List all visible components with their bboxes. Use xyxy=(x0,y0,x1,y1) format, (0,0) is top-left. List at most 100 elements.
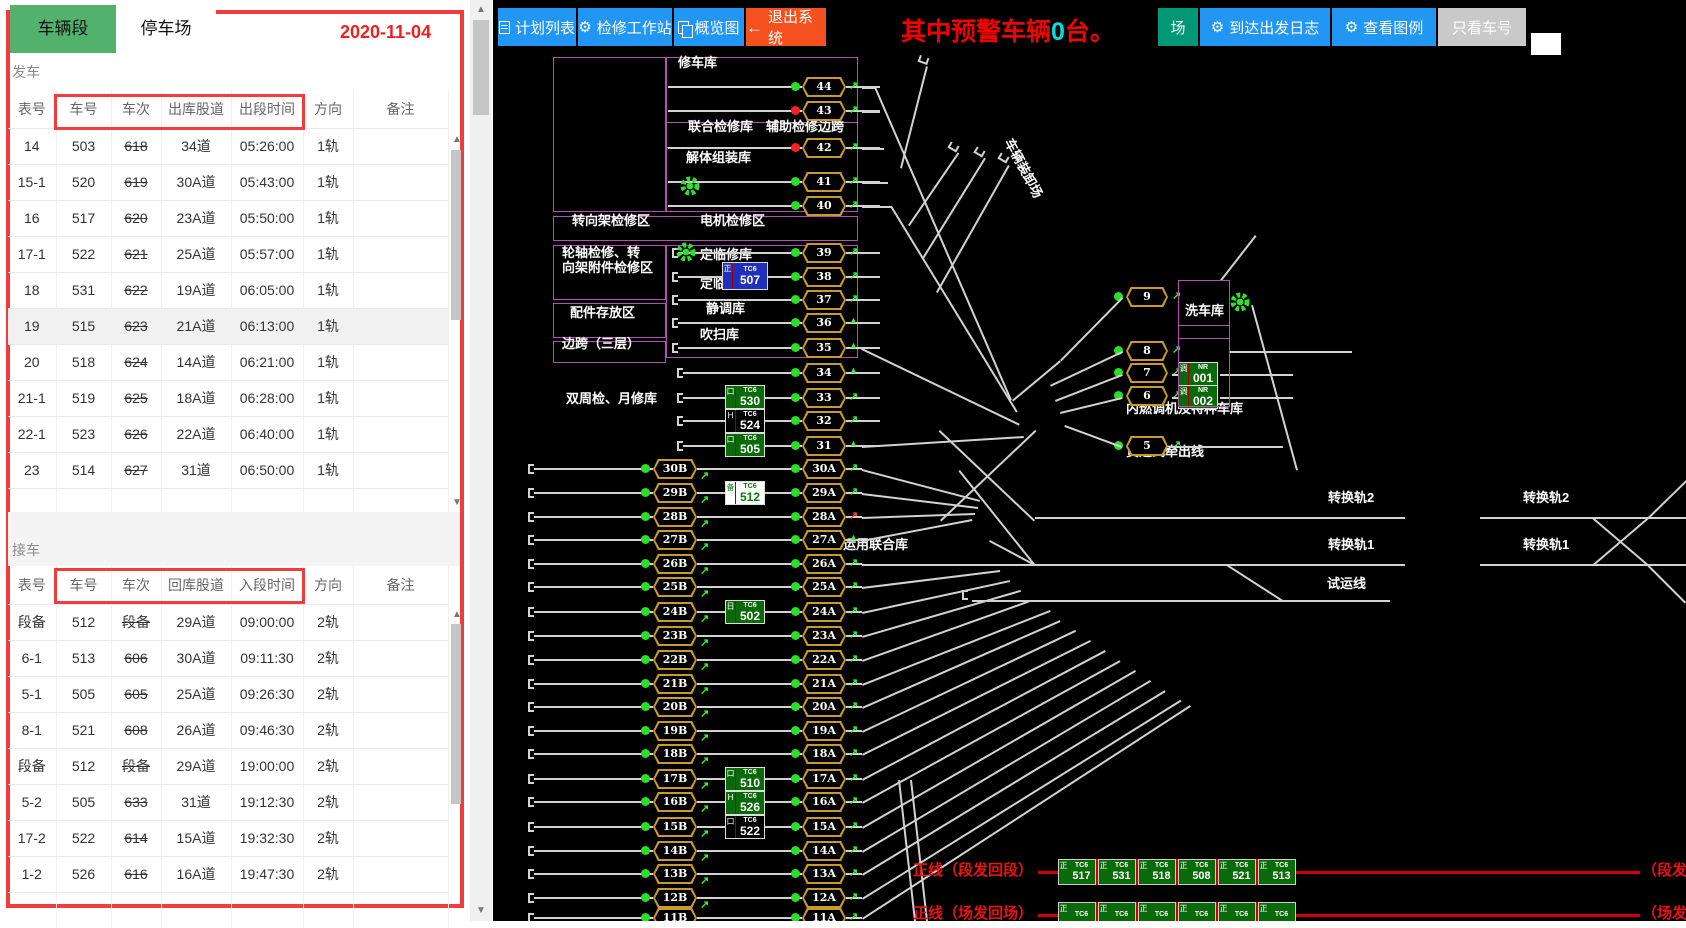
mainline-train-box-517[interactable]: 正TC6517 xyxy=(1058,859,1096,885)
train-box-524[interactable]: HTC6524 xyxy=(725,409,765,433)
button-场[interactable]: 场 xyxy=(1158,8,1198,46)
gear-indicator-icon[interactable] xyxy=(1227,289,1253,320)
panel-scrollbar[interactable] xyxy=(470,0,492,921)
panel-scroll-up[interactable]: ▲ xyxy=(473,3,489,17)
panel-scroll-thumb[interactable] xyxy=(473,20,489,115)
train-box-522[interactable]: 口TC6522 xyxy=(725,815,765,839)
track-badge-25A[interactable]: 25A xyxy=(802,577,846,597)
track-badge-37[interactable]: 37 xyxy=(802,290,846,310)
track-badge-42[interactable]: 42 xyxy=(802,138,846,158)
track-badge-23B[interactable]: 23B xyxy=(653,626,697,646)
track-badge-14B[interactable]: 14B xyxy=(653,841,697,861)
track-badge-12A[interactable]: 12A xyxy=(802,888,846,908)
button-只看车号[interactable]: 只看车号 xyxy=(1438,8,1526,46)
track-badge-34[interactable]: 34 xyxy=(802,363,846,383)
track-badge-33[interactable]: 33 xyxy=(802,388,846,408)
mainline-train-box[interactable]: 正TC6 xyxy=(1138,902,1176,921)
track-badge-20B[interactable]: 20B xyxy=(653,697,697,717)
track-badge-29A[interactable]: 29A xyxy=(802,483,846,503)
tab-depot[interactable]: 车辆段 xyxy=(10,5,116,53)
button-概览图[interactable]: 概览图 xyxy=(674,8,744,46)
track-badge-19B[interactable]: 19B xyxy=(653,721,697,741)
table-row[interactable]: 22-152362622A道06:40:001轨 xyxy=(8,416,448,452)
mainline-train-box[interactable]: 正TC6 xyxy=(1258,902,1296,921)
mainline-train-box-513[interactable]: 正TC6513 xyxy=(1258,859,1296,885)
table-row[interactable]: 21-151962518A道06:28:001轨 xyxy=(8,380,448,416)
track-badge-21A[interactable]: 21A xyxy=(802,674,846,694)
track-badge-15B[interactable]: 15B xyxy=(653,817,697,837)
track-badge-18B[interactable]: 18B xyxy=(653,744,697,764)
track-badge-31[interactable]: 31 xyxy=(802,436,846,456)
track-badge-16B[interactable]: 16B xyxy=(653,792,697,812)
track-badge-6[interactable]: 6 xyxy=(1126,386,1168,406)
mainline-train-box-521[interactable]: 正TC6521 xyxy=(1218,859,1256,885)
track-badge-12B[interactable]: 12B xyxy=(653,888,697,908)
table-row[interactable]: 2351462731道06:50:001轨 xyxy=(8,452,448,488)
track-badge-9[interactable]: 9 xyxy=(1126,287,1168,307)
departure-scroll-up[interactable]: ▲ xyxy=(449,133,465,147)
table-row[interactable]: 段备512段备29A道19:00:002轨 xyxy=(8,748,448,784)
track-badge-13B[interactable]: 13B xyxy=(653,864,697,884)
track-badge-21B[interactable]: 21B xyxy=(653,674,697,694)
track-badge-20A[interactable]: 20A xyxy=(802,697,846,717)
train-box-505[interactable]: 口TC6505 xyxy=(725,433,765,457)
track-badge-26A[interactable]: 26A xyxy=(802,554,846,574)
track-badge-22B[interactable]: 22B xyxy=(653,650,697,670)
track-badge-18A[interactable]: 18A xyxy=(802,744,846,764)
departure-scroll-thumb[interactable] xyxy=(451,150,461,320)
train-box-530[interactable]: 口TC6530 xyxy=(725,385,765,409)
mainline-train-box[interactable]: 正TC6 xyxy=(1218,902,1256,921)
tab-parking-lot[interactable]: 停车场 xyxy=(116,5,216,53)
track-badge-39[interactable]: 39 xyxy=(802,243,846,263)
track-badge-30A[interactable]: 30A xyxy=(802,459,846,479)
track-badge-25B[interactable]: 25B xyxy=(653,577,697,597)
table-row[interactable]: 5-150560525A道09:26:302轨 xyxy=(8,676,448,712)
table-row[interactable]: 15-152061930A道05:43:001轨 xyxy=(8,164,448,200)
track-badge-36[interactable]: 36 xyxy=(802,313,846,333)
mainline-train-box-531[interactable]: 正TC6531 xyxy=(1098,859,1136,885)
mainline-train-box-508[interactable]: 正TC6508 xyxy=(1178,859,1216,885)
table-row[interactable]: 1951562321A道06:13:001轨 xyxy=(8,308,448,344)
train-box-512[interactable]: 备TC6512 xyxy=(725,481,765,505)
mainline-train-box[interactable]: 正TC6 xyxy=(1178,902,1216,921)
gear-indicator-icon[interactable] xyxy=(673,239,699,270)
track-badge-28A[interactable]: 28A xyxy=(802,507,846,527)
track-badge-15A[interactable]: 15A xyxy=(802,817,846,837)
track-badge-30B[interactable]: 30B xyxy=(653,459,697,479)
table-row[interactable]: 17-252261415A道19:32:302轨 xyxy=(8,820,448,856)
train-box-510[interactable]: 口TC6510 xyxy=(725,767,765,791)
track-badge-28B[interactable]: 28B xyxy=(653,507,697,527)
table-row[interactable]: 1651762023A道05:50:001轨 xyxy=(8,200,448,236)
track-badge-24B[interactable]: 24B xyxy=(653,602,697,622)
track-badge-8[interactable]: 8 xyxy=(1126,341,1168,361)
track-badge-11A[interactable]: 11A xyxy=(802,908,846,921)
table-row[interactable]: 17-152262125A道05:57:001轨 xyxy=(8,236,448,272)
track-badge-38[interactable]: 38 xyxy=(802,267,846,287)
track-badge-41[interactable]: 41 xyxy=(802,172,846,192)
table-row[interactable]: 5-250563331道19:12:302轨 xyxy=(8,784,448,820)
track-badge-44[interactable]: 44 xyxy=(802,77,846,97)
table-row[interactable]: 1-252661616A道19:47:302轨 xyxy=(8,856,448,892)
table-row[interactable]: 2051862414A道06:21:001轨 xyxy=(8,344,448,380)
track-badge-35[interactable]: 35 xyxy=(802,338,846,358)
button-查看图例[interactable]: ⚙查看图例 xyxy=(1332,8,1436,46)
track-badge-5[interactable]: 5 xyxy=(1126,436,1168,456)
track-badge-32[interactable]: 32 xyxy=(802,411,846,431)
track-badge-43[interactable]: 43 xyxy=(802,101,846,121)
train-box-502[interactable]: 日TC6502 xyxy=(725,600,765,624)
button-到达出发日志[interactable]: ⚙到达出发日志 xyxy=(1200,8,1330,46)
departure-scroll-down[interactable]: ▼ xyxy=(449,496,465,510)
button-退出系统[interactable]: ←退出系统 xyxy=(746,8,826,46)
button-计划列表[interactable]: 计划列表 xyxy=(498,8,576,46)
table-row[interactable]: 段备512段备29A道09:00:002轨 xyxy=(8,604,448,640)
track-badge-27A[interactable]: 27A xyxy=(802,530,846,550)
arrival-scroll-up[interactable]: ▲ xyxy=(449,608,465,622)
mainline-train-box[interactable]: 正TC6 xyxy=(1098,902,1136,921)
button-检修工作站[interactable]: ⚙检修工作站 xyxy=(578,8,672,46)
table-row[interactable]: 1450361834道05:26:001轨 xyxy=(8,128,448,164)
track-badge-23A[interactable]: 23A xyxy=(802,626,846,646)
mainline-train-box-518[interactable]: 正TC6518 xyxy=(1138,859,1176,885)
track-badge-11B[interactable]: 11B xyxy=(653,908,697,921)
table-row[interactable]: 8-152160826A道09:46:302轨 xyxy=(8,712,448,748)
train-box-526[interactable]: HTC6526 xyxy=(725,791,765,815)
